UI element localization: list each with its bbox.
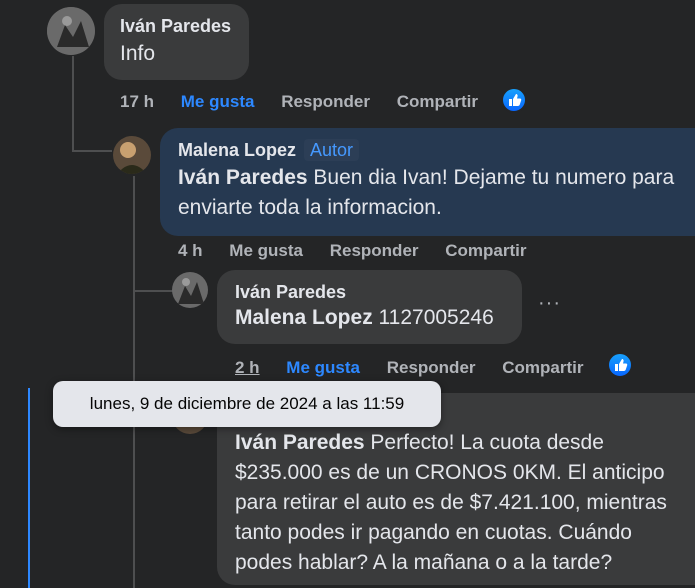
share-button[interactable]: Compartir — [445, 241, 526, 261]
like-reaction-icon[interactable] — [501, 87, 527, 113]
comment-text-line: Buen dia Ivan! Dejame tu numero para — [307, 166, 675, 189]
avatar-photo-icon — [113, 136, 151, 174]
author-badge: Autor — [304, 139, 360, 161]
comment-bubble: Iván Paredes Malena Lopez 1127005246 — [217, 270, 522, 344]
comment-text-line: para retirar el auto es de $7.421.100, m… — [235, 491, 667, 514]
timestamp-tooltip: lunes, 9 de diciembre de 2024 a las 11:5… — [53, 381, 441, 427]
comment-text-line: 1127005246 — [372, 306, 494, 329]
reply-button[interactable]: Responder — [387, 358, 476, 378]
comment-text-line: Perfecto! La cuota desde — [364, 431, 604, 454]
comment-bubble: Iván Paredes Info — [104, 4, 249, 80]
comment-author[interactable]: Iván Paredes — [120, 16, 233, 37]
comment-time[interactable]: 2 h — [235, 358, 260, 378]
thread-line — [72, 56, 74, 152]
comment-text-line: enviarte toda la informacion. — [178, 196, 442, 219]
share-button[interactable]: Compartir — [397, 92, 478, 112]
like-reaction-icon[interactable] — [607, 352, 633, 378]
comment-actions: 17 h Me gusta Responder Compartir — [120, 92, 500, 112]
avatar-photo-icon — [172, 272, 208, 308]
comment-text-line: $235.000 es de un CRONOS 0KM. El anticip… — [235, 461, 665, 484]
comment-text: Malena Lopez 1127005246 — [235, 303, 504, 333]
comment-author[interactable]: Iván Paredes — [235, 282, 504, 303]
comment-text-line: podes hablar? A la mañana o a la tarde? — [235, 551, 613, 574]
share-button[interactable]: Compartir — [502, 358, 583, 378]
thread-line — [28, 388, 30, 588]
comment-actions: 2 h Me gusta Responder Compartir — [235, 358, 605, 378]
avatar[interactable] — [47, 7, 95, 55]
mention-link[interactable]: Iván Paredes — [178, 166, 308, 189]
comment-text: Iván Paredes Buen dia Ivan! Dejame tu nu… — [178, 163, 695, 223]
comment-author[interactable]: Malena Lopez — [178, 140, 296, 160]
thumbs-up-icon — [615, 359, 628, 371]
reply-button[interactable]: Responder — [281, 92, 370, 112]
like-button[interactable]: Me gusta — [286, 358, 360, 378]
avatar[interactable] — [113, 136, 151, 174]
more-options-icon[interactable]: ··· — [538, 292, 561, 315]
mention-link[interactable]: Malena Lopez — [235, 306, 373, 329]
comment-bubble-highlighted: Malena Lopez Autor Iván Paredes Buen dia … — [160, 128, 695, 236]
thread-line — [133, 290, 173, 292]
comment-text: Info — [120, 42, 156, 65]
reply-button[interactable]: Responder — [330, 241, 419, 261]
thumbs-up-icon — [509, 94, 522, 106]
mention-link[interactable]: Iván Paredes — [235, 431, 365, 454]
thread-line — [72, 150, 112, 152]
comment-author-line: Malena Lopez Autor — [178, 139, 695, 161]
avatar[interactable] — [172, 272, 208, 308]
comment-time[interactable]: 4 h — [178, 241, 203, 261]
avatar-photo-icon — [47, 7, 95, 55]
comment-actions: 4 h Me gusta Responder Compartir — [178, 241, 548, 261]
comment-text-line: tanto podes ir pagando en cuotas. Cuándo — [235, 521, 632, 544]
comment-time[interactable]: 17 h — [120, 92, 154, 112]
comment-text: Iván Paredes Perfecto! La cuota desde $2… — [235, 428, 695, 578]
like-button[interactable]: Me gusta — [181, 92, 255, 112]
like-button[interactable]: Me gusta — [229, 241, 303, 261]
